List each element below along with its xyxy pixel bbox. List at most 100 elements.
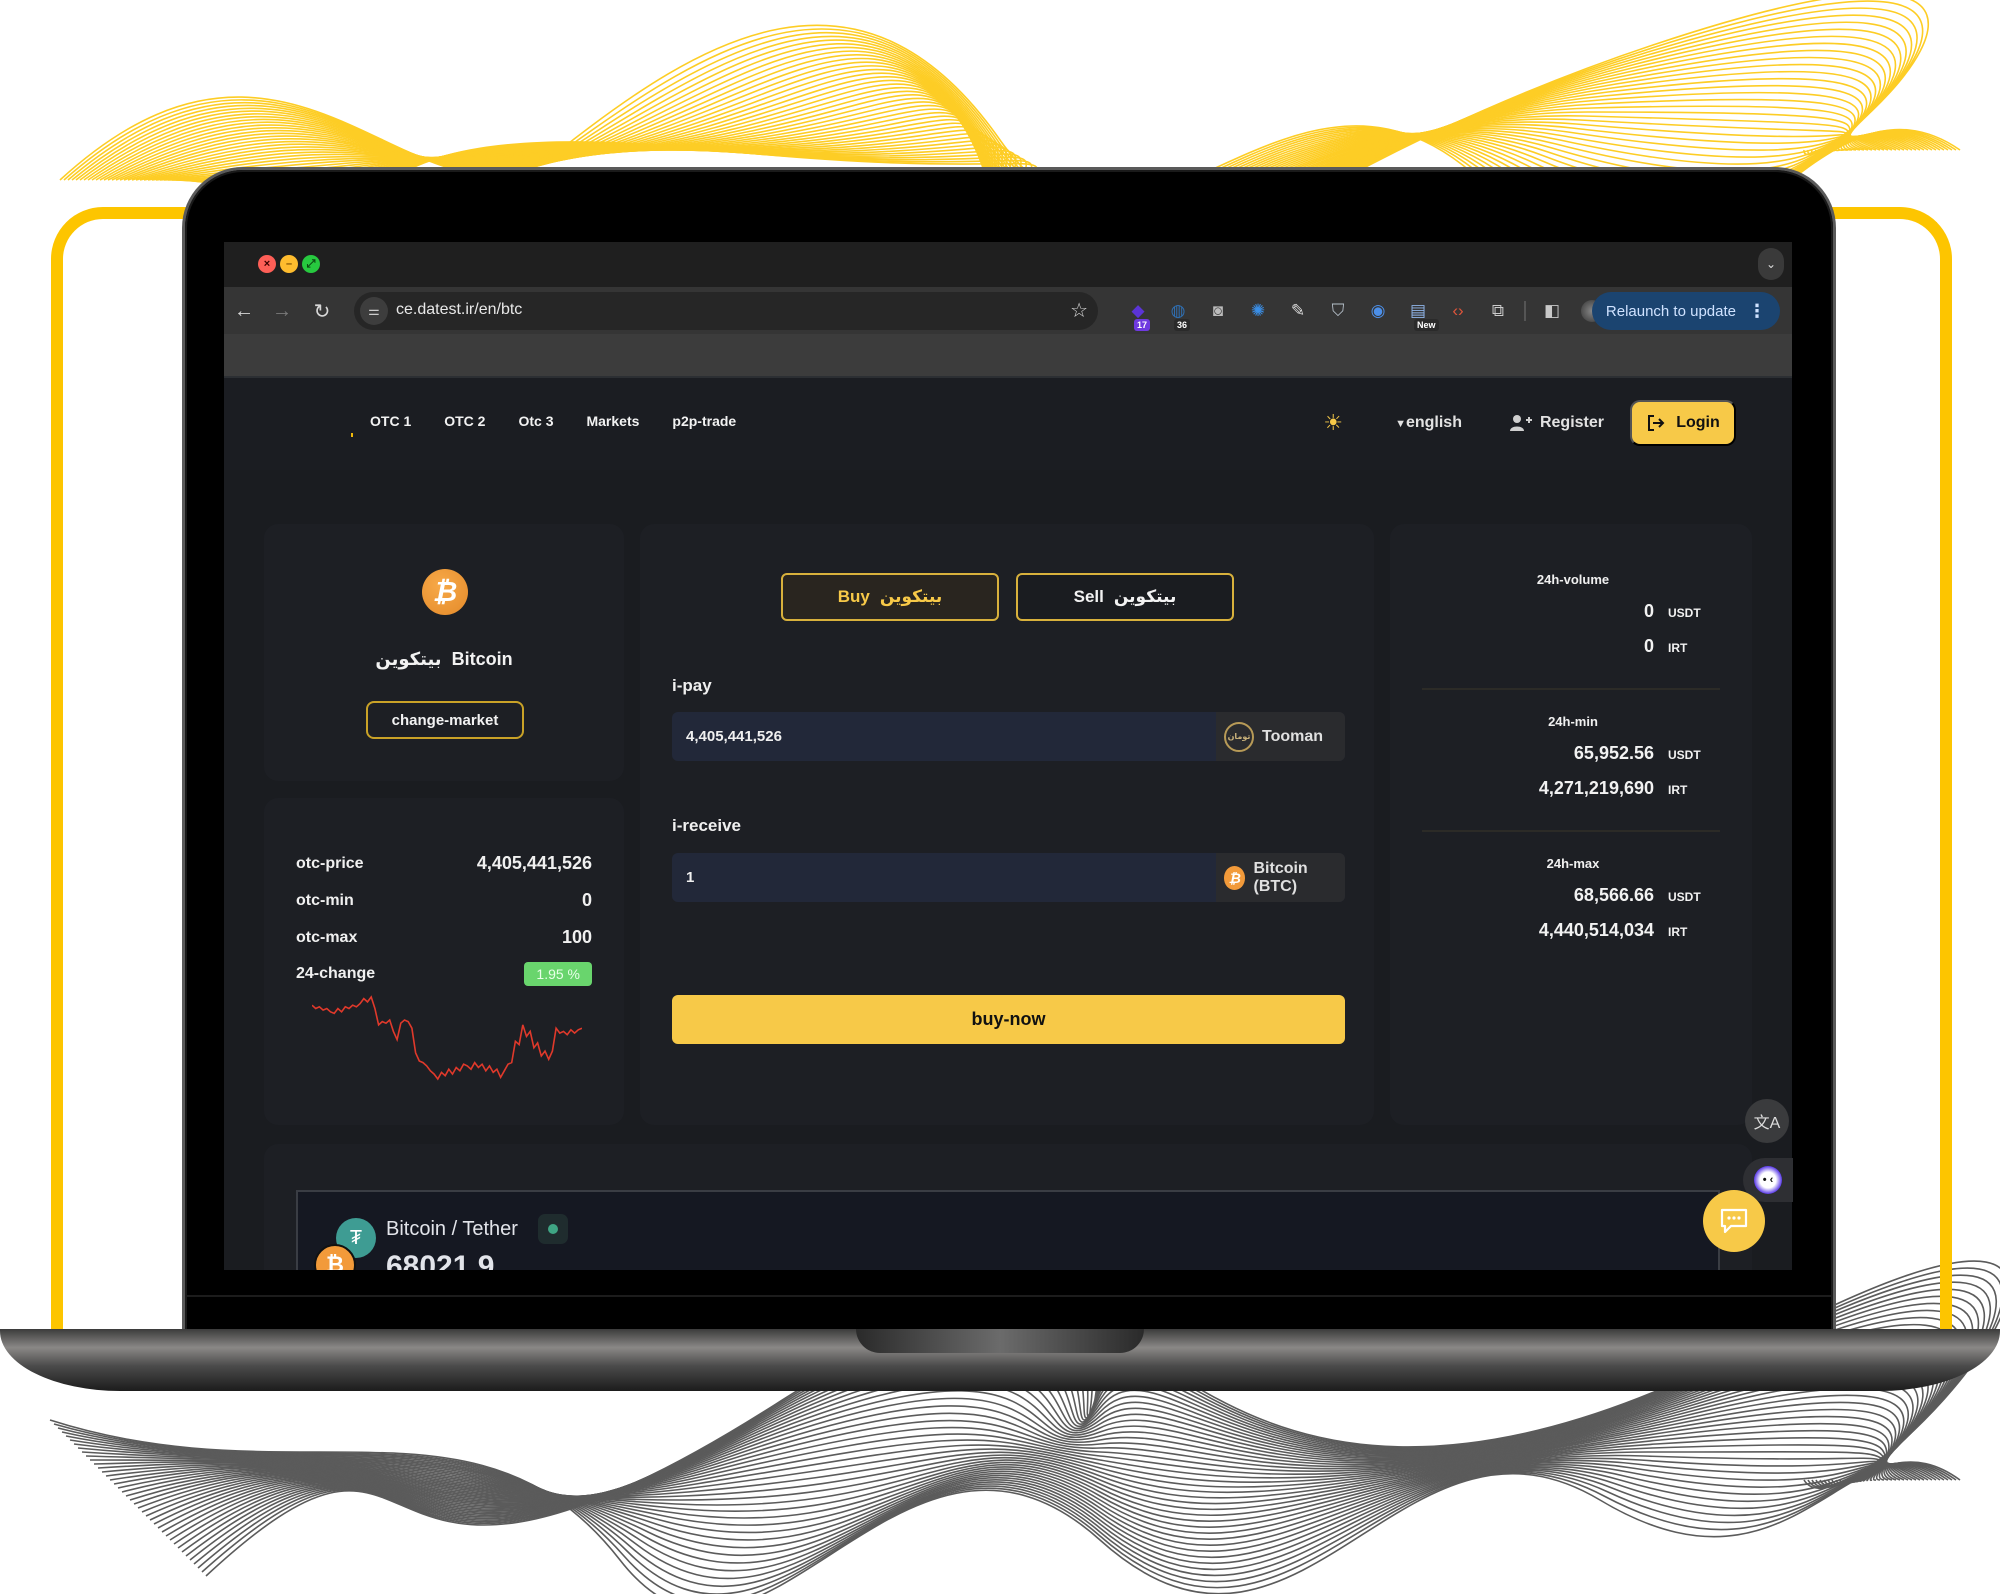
tab-sell[interactable]: Sell بیتکوین: [1016, 573, 1234, 621]
web-page: OTC 1 OTC 2 Otc 3 Markets p2p-trade ☀ ▼e…: [224, 378, 1792, 1270]
pair-name: Bitcoin / Tether: [386, 1218, 518, 1240]
price-sparkline: [312, 995, 582, 1081]
extension-blue-icon[interactable]: ◍ 36: [1164, 297, 1192, 331]
max-irt-row: 4,440,514,034 IRT: [1390, 920, 1752, 941]
site-logo[interactable]: [351, 433, 353, 437]
translate-button[interactable]: 文A: [1745, 1099, 1789, 1143]
receive-field: ₿ Bitcoin (BTC): [672, 853, 1345, 902]
chat-bubble-icon: [1720, 1208, 1748, 1234]
tab-buy[interactable]: Buy بیتکوین: [781, 573, 999, 621]
tooman-logo-icon: تومان: [1224, 721, 1254, 752]
url-text[interactable]: ce.datest.ir/en/btc: [396, 301, 522, 319]
shield-extension-icon[interactable]: ⛉: [1324, 297, 1352, 325]
record-extension-icon[interactable]: ◉: [1364, 297, 1392, 325]
nav-links: OTC 1 OTC 2 Otc 3 Markets p2p-trade: [370, 413, 736, 429]
receive-amount-input[interactable]: [672, 853, 1216, 902]
extension-badge: 36: [1174, 319, 1191, 331]
theme-toggle-sun-icon[interactable]: ☀: [1323, 410, 1343, 436]
back-button[interactable]: ←: [230, 297, 258, 325]
sign-in-icon: [1648, 415, 1665, 431]
otc-price-label: otc-price: [296, 854, 364, 872]
pay-currency-label: Tooman: [1262, 727, 1324, 745]
caret-down-icon: ▼: [1395, 418, 1406, 430]
extension-badge: 17: [1134, 319, 1151, 331]
nav-link-markets[interactable]: Markets: [586, 413, 639, 429]
volume-block: 24h-volume 0 USDT 0 IRT: [1390, 572, 1752, 657]
register-button[interactable]: Register: [1509, 414, 1604, 432]
tab-search-button[interactable]: ⌄: [1758, 248, 1784, 280]
pay-label: i-pay: [672, 676, 712, 695]
pay-currency-selector[interactable]: تومان Tooman: [1216, 712, 1345, 761]
max-label: 24h-max: [1546, 856, 1600, 871]
min-block: 24h-min 65,952.56 USDT 4,271,219,690 IRT: [1390, 714, 1752, 799]
ticker-widget[interactable]: ₮ ₿ Bitcoin / Tether 68021.9: [296, 1190, 1720, 1270]
arrow-left-icon: ←: [234, 299, 254, 322]
minimize-window-button[interactable]: –: [280, 255, 298, 273]
min-label: 24h-min: [1548, 714, 1598, 729]
nav-link-p2p-trade[interactable]: p2p-trade: [672, 413, 736, 429]
relaunch-label: Relaunch to update: [1605, 302, 1736, 320]
new-extension-icon[interactable]: ▤ New: [1404, 297, 1439, 331]
currency-usdt: USDT: [1668, 748, 1701, 762]
register-label: Register: [1539, 414, 1604, 431]
trade-card: Buy بیتکوین Sell بیتکوین i-pay تومان Too…: [640, 524, 1374, 1125]
divider: [1422, 688, 1720, 690]
otc-min-label: otc-min: [296, 891, 354, 909]
otc-stats-card: otc-price 4,405,441,526 otc-min 0 otc-ma…: [264, 798, 624, 1125]
browser-titlebar: × – ⤢ ⌄: [224, 242, 1792, 287]
tab-buy-label: Buy: [837, 587, 870, 606]
change-label: 24-change: [296, 965, 376, 982]
forward-button[interactable]: →: [268, 297, 296, 325]
volume-irt-value: 0: [1643, 636, 1654, 656]
change-market-button[interactable]: change-market: [366, 701, 524, 739]
support-chat-button[interactable]: [1703, 1190, 1765, 1252]
currency-irt: IRT: [1668, 925, 1688, 939]
extension-purple-icon[interactable]: ◆ 17: [1124, 297, 1152, 331]
pay-amount-input[interactable]: [672, 712, 1216, 761]
max-block: 24h-max 68,566.66 USDT 4,440,514,034 IRT: [1390, 856, 1752, 941]
color-picker-extension-icon[interactable]: ✎: [1284, 297, 1312, 325]
login-label: Login: [1676, 414, 1720, 431]
arrow-right-icon: →: [272, 299, 292, 322]
maximize-window-button[interactable]: ⤢: [302, 255, 320, 273]
site-settings-icon[interactable]: ⚌: [360, 297, 388, 325]
relaunch-button[interactable]: Relaunch to update ⋮: [1591, 292, 1780, 330]
coin-name: بیتکوین Bitcoin: [264, 649, 624, 670]
pay-field: تومان Tooman: [672, 712, 1345, 761]
language-selector[interactable]: ▼english: [1395, 414, 1462, 432]
nav-link-otc-3[interactable]: Otc 3: [518, 413, 553, 429]
ticker-section: ₮ ₿ Bitcoin / Tether 68021.9: [264, 1144, 1752, 1270]
coin-name-fa: بیتکوین: [375, 649, 442, 669]
code-extension-icon[interactable]: ‹›: [1444, 297, 1472, 325]
tab-sell-coin: بیتکوین: [1113, 587, 1177, 606]
nav-link-otc-1[interactable]: OTC 1: [370, 413, 411, 429]
extensions-area: ◆ 17 ◍ 36 ◙ ✺ ✎ ⛉ ◉ ▤ New ‹› ⧉ ◧: [1124, 295, 1606, 331]
laptop-screen: × – ⤢ ⌄ ← → ↻ ⚌ ce.datest.ir/en/btc ☆ ◆ 1…: [224, 242, 1792, 1270]
chevron-down-icon: ⌄: [1765, 257, 1777, 271]
currency-usdt: USDT: [1668, 890, 1701, 904]
volume-irt-row: 0 IRT: [1390, 636, 1752, 657]
divider: [1422, 830, 1720, 832]
camera-extension-icon[interactable]: ◙: [1204, 297, 1232, 325]
buy-now-button[interactable]: buy-now: [672, 995, 1345, 1044]
login-button[interactable]: Login: [1630, 400, 1736, 446]
otc-price-value: 4,405,441,526: [476, 853, 592, 873]
site-navbar: OTC 1 OTC 2 Otc 3 Markets p2p-trade ☀ ▼e…: [224, 378, 1792, 470]
aperture-extension-icon[interactable]: ✺: [1244, 297, 1272, 325]
kebab-menu-icon: ⋮: [1748, 300, 1766, 321]
close-window-button[interactable]: ×: [258, 255, 276, 273]
address-bar[interactable]: ⚌ ce.datest.ir/en/btc ☆: [354, 292, 1098, 330]
receive-currency-selector[interactable]: ₿ Bitcoin (BTC): [1216, 853, 1345, 902]
user-plus-icon: [1509, 415, 1532, 431]
reload-button[interactable]: ↻: [308, 297, 336, 325]
coin-info-card: ₿ بیتکوین Bitcoin change-market: [264, 524, 624, 781]
otc-min-value: 0: [581, 890, 592, 910]
max-irt-value: 4,440,514,034: [1538, 920, 1654, 940]
browser-infobar: [224, 334, 1792, 378]
side-panel-icon[interactable]: ◧: [1538, 297, 1566, 325]
puzzle-extension-icon[interactable]: ⧉: [1484, 297, 1512, 325]
bookmark-star-icon[interactable]: ☆: [1070, 298, 1088, 323]
nav-link-otc-2[interactable]: OTC 2: [444, 413, 485, 429]
otc-max-value: 100: [561, 927, 592, 947]
otc-max-row: otc-max 100: [296, 927, 592, 948]
